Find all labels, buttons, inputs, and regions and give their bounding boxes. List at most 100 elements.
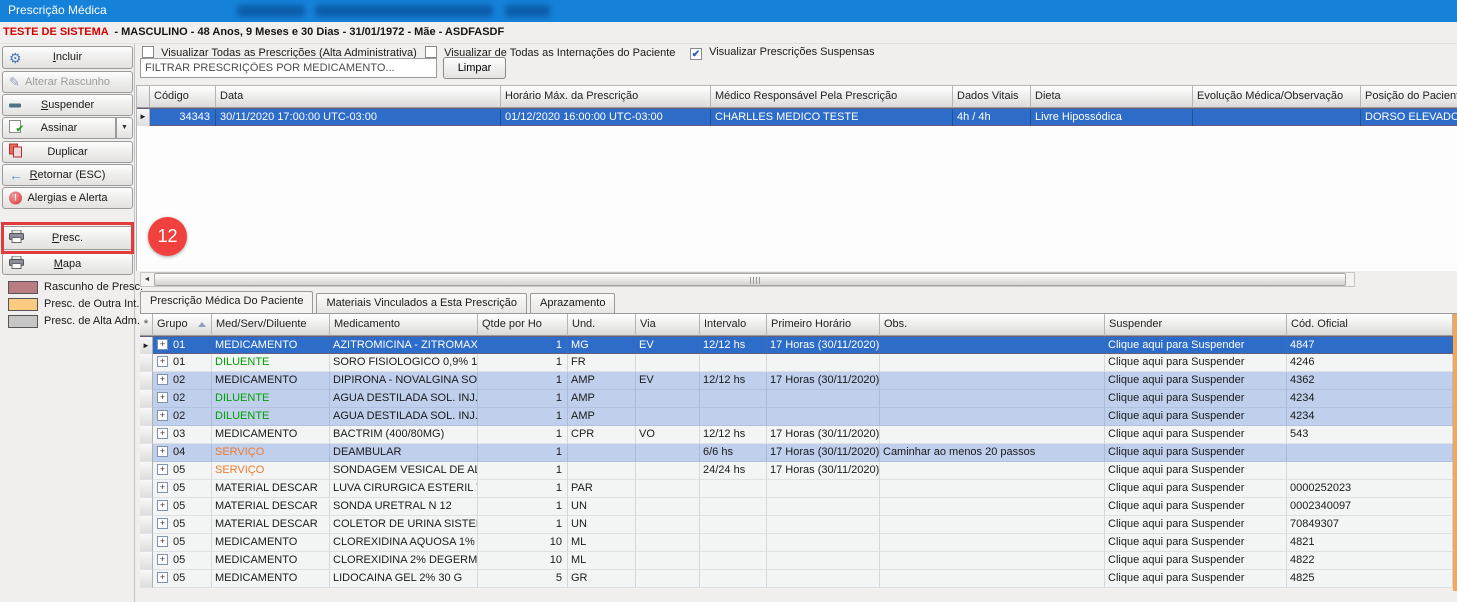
item-row[interactable]: +04SERVIÇODEAMBULAR16/6 hs17 Horas (30/1… <box>140 444 1453 462</box>
prescription-row[interactable]: ► 34343 30/11/2020 17:00:00 UTC-03:00 01… <box>137 108 1457 126</box>
cell-data: 30/11/2020 17:00:00 UTC-03:00 <box>216 109 501 126</box>
expand-icon[interactable]: + <box>157 482 168 493</box>
checkbox-visualizar-suspensas[interactable]: ✔ Visualizar Prescrições Suspensas <box>690 46 875 60</box>
column-header-horario-max[interactable]: Horário Máx. da Prescrição <box>501 86 711 108</box>
item-row[interactable]: +05MEDICAMENTOLIDOCAINA GEL 2% 30 G5GRCl… <box>140 570 1453 588</box>
cell-via <box>636 462 700 480</box>
column-header-evolucao[interactable]: Evolução Médica/Observação <box>1193 86 1361 108</box>
item-row[interactable]: +02DILUENTEAGUA DESTILADA SOL. INJ. 10 M… <box>140 390 1453 408</box>
expand-icon[interactable]: + <box>157 374 168 385</box>
expand-icon[interactable]: + <box>157 572 168 583</box>
expand-icon[interactable]: + <box>157 356 168 367</box>
column-header-cod_oficial[interactable]: Cód. Oficial <box>1287 314 1453 336</box>
presc-print-button[interactable]: Presc. <box>2 226 133 250</box>
limpar-button[interactable]: Limpar <box>443 57 506 79</box>
column-header-posicao[interactable]: Posição do Paciente <box>1361 86 1457 108</box>
expand-icon[interactable]: + <box>157 554 168 565</box>
column-header-medico[interactable]: Médico Responsável Pela Prescrição <box>711 86 953 108</box>
cell-cod_oficial: 4246 <box>1287 354 1453 372</box>
suspend-link[interactable]: Clique aqui para Suspender <box>1105 552 1287 570</box>
assinar-button[interactable]: ✔ Assinar <box>2 117 116 139</box>
suspend-link[interactable]: Clique aqui para Suspender <box>1105 390 1287 408</box>
item-row[interactable]: +05MATERIAL DESCARCOLETOR DE URINA SISTE… <box>140 516 1453 534</box>
medication-filter-input[interactable] <box>140 58 437 78</box>
alergias-alerta-button[interactable]: ! Alergias e Alerta <box>2 187 133 209</box>
suspend-link[interactable]: Clique aqui para Suspender <box>1105 426 1287 444</box>
horizontal-scrollbar[interactable]: ◄ <box>140 272 1355 287</box>
suspend-link[interactable]: Clique aqui para Suspender <box>1105 570 1287 588</box>
mapa-print-button[interactable]: Mapa <box>2 253 133 275</box>
checkbox-icon[interactable] <box>142 46 154 58</box>
column-header-und[interactable]: Und. <box>568 314 636 336</box>
cell-via <box>636 480 700 498</box>
expand-icon[interactable]: + <box>157 500 168 511</box>
printer-icon <box>9 230 24 246</box>
expand-icon[interactable]: + <box>157 339 168 350</box>
suspend-link[interactable]: Clique aqui para Suspender <box>1105 337 1287 355</box>
cell-tipo: MEDICAMENTO <box>212 570 330 588</box>
column-header-primeiro_horario[interactable]: Primeiro Horário <box>767 314 880 336</box>
prescriptions-grid-header: Código Data Horário Máx. da Prescrição M… <box>137 86 1457 108</box>
column-header-qtde[interactable]: Qtde por Ho <box>478 314 568 336</box>
expand-icon[interactable]: + <box>157 446 168 457</box>
cell-grupo: +05 <box>153 516 212 534</box>
item-row[interactable]: ►+01MEDICAMENTOAZITROMICINA - ZITROMAX P… <box>140 336 1453 354</box>
column-header-grupo[interactable]: Grupo <box>153 314 212 336</box>
item-row[interactable]: +05SERVIÇOSONDAGEM VESICAL DE ALíVIO124/… <box>140 462 1453 480</box>
column-header-obs[interactable]: Obs. <box>880 314 1105 336</box>
duplicar-button[interactable]: Duplicar <box>2 141 133 163</box>
item-row[interactable]: +01DILUENTESORO FISIOLOGICO 0,9% 100 ML1… <box>140 354 1453 372</box>
alterar-rascunho-button[interactable]: ✎ Alterar Rascunho <box>2 71 133 93</box>
expand-icon[interactable]: + <box>157 428 168 439</box>
suspend-link[interactable]: Clique aqui para Suspender <box>1105 354 1287 372</box>
expand-icon[interactable]: + <box>157 518 168 529</box>
cell-tipo: DILUENTE <box>212 354 330 372</box>
expand-icon[interactable]: + <box>157 536 168 547</box>
column-header-medicamento[interactable]: Medicamento <box>330 314 478 336</box>
tab-materiais-vinculados[interactable]: Materiais Vinculados a Esta Prescrição <box>316 293 527 313</box>
tab-aprazamento[interactable]: Aprazamento <box>530 293 615 313</box>
checkbox-icon[interactable]: ✔ <box>690 48 702 60</box>
column-header-dieta[interactable]: Dieta <box>1031 86 1193 108</box>
suspender-button[interactable]: Suspender <box>2 94 133 116</box>
patient-name: TESTE DE SISTEMA <box>3 26 108 38</box>
column-header-via[interactable]: Via <box>636 314 700 336</box>
suspend-link[interactable]: Clique aqui para Suspender <box>1105 516 1287 534</box>
expand-icon[interactable]: + <box>157 392 168 403</box>
scrollbar-thumb[interactable] <box>154 273 1346 286</box>
incluir-button[interactable]: ⚙ Incluir <box>2 46 133 69</box>
tab-prescricao-medica[interactable]: Prescrição Médica Do Paciente <box>140 291 313 313</box>
assinar-dropdown-button[interactable]: ▼ <box>116 117 133 139</box>
column-header-dados-vitais[interactable]: Dados Vitais <box>953 86 1031 108</box>
column-header-suspender[interactable]: Suspender <box>1105 314 1287 336</box>
column-header-intervalo[interactable]: Intervalo <box>700 314 767 336</box>
item-row[interactable]: +05MATERIAL DESCARSONDA URETRAL N 121UNC… <box>140 498 1453 516</box>
row-indicator <box>140 426 153 444</box>
alert-circle-icon: ! <box>9 192 22 205</box>
scroll-left-arrow-icon[interactable]: ◄ <box>141 273 153 286</box>
suspend-link[interactable]: Clique aqui para Suspender <box>1105 462 1287 480</box>
suspend-link[interactable]: Clique aqui para Suspender <box>1105 444 1287 462</box>
cell-tipo: SERVIÇO <box>212 444 330 462</box>
cell-qtde: 10 <box>478 534 568 552</box>
suspend-link[interactable]: Clique aqui para Suspender <box>1105 534 1287 552</box>
column-header-codigo[interactable]: Código <box>150 86 216 108</box>
suspend-link[interactable]: Clique aqui para Suspender <box>1105 372 1287 390</box>
item-row[interactable]: +03MEDICAMENTOBACTRIM (400/80MG)1CPRVO12… <box>140 426 1453 444</box>
item-row[interactable]: +02DILUENTEAGUA DESTILADA SOL. INJ. 10 M… <box>140 408 1453 426</box>
item-row[interactable]: +05MEDICAMENTOCLOREXIDINA 2% DEGERMANTE1… <box>140 552 1453 570</box>
expand-icon[interactable]: + <box>157 464 168 475</box>
item-row[interactable]: +05MEDICAMENTOCLOREXIDINA AQUOSA 1% 100M… <box>140 534 1453 552</box>
cell-und: CPR <box>568 426 636 444</box>
suspend-link[interactable]: Clique aqui para Suspender <box>1105 498 1287 516</box>
checkbox-icon[interactable] <box>425 46 437 58</box>
suspend-link[interactable]: Clique aqui para Suspender <box>1105 408 1287 426</box>
suspend-link[interactable]: Clique aqui para Suspender <box>1105 480 1287 498</box>
item-row[interactable]: +05MATERIAL DESCARLUVA CIRURGICA ESTERIL… <box>140 480 1453 498</box>
expand-icon[interactable]: + <box>157 410 168 421</box>
retornar-button[interactable]: ← Retornar (ESC) <box>2 164 133 186</box>
cell-cod_oficial: 4822 <box>1287 552 1453 570</box>
item-row[interactable]: +02MEDICAMENTODIPIRONA - NOVALGINA SOL I… <box>140 372 1453 390</box>
column-header-tipo[interactable]: Med/Serv/Diluente <box>212 314 330 336</box>
column-header-data[interactable]: Data <box>216 86 501 108</box>
